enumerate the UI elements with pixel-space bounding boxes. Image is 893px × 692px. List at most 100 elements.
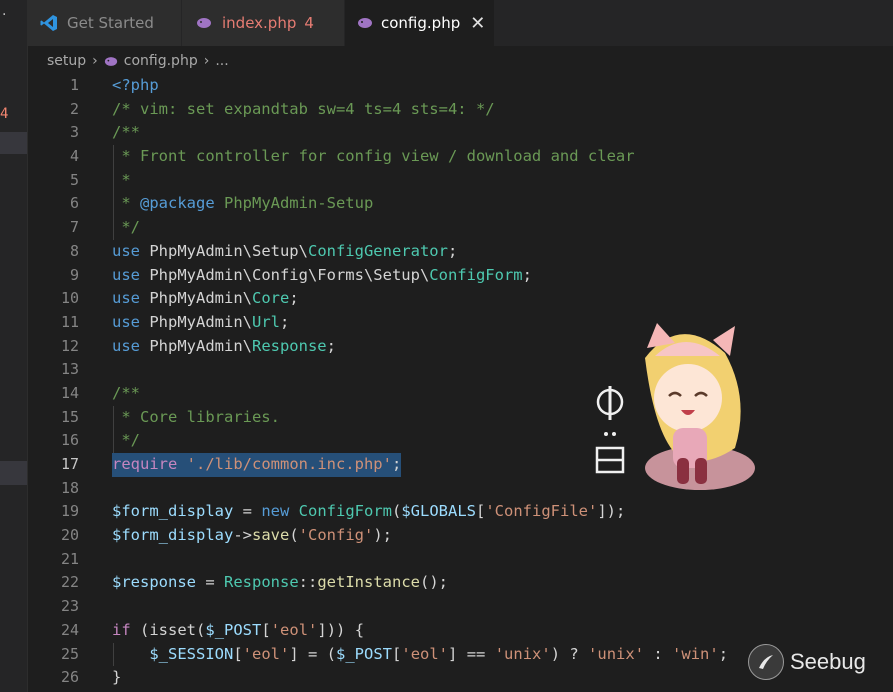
- code-token: $form_display: [112, 526, 234, 545]
- line-number: 11: [60, 312, 79, 331]
- breadcrumb-file[interactable]: config.php: [124, 53, 198, 69]
- code-token: use: [112, 312, 140, 331]
- line-number: 13: [60, 360, 79, 379]
- vscode-icon: [39, 15, 59, 31]
- code-token: */: [112, 431, 140, 450]
- line-number: 23: [60, 597, 79, 616]
- code-line: 16 */: [27, 429, 893, 453]
- code-token: (: [196, 620, 206, 639]
- code-line: 22 $response = Response::getInstance();: [27, 571, 893, 595]
- php-elephant-icon: [357, 15, 373, 31]
- tab-config-php[interactable]: config.php ✕: [345, 0, 495, 46]
- code-line: 19 $form_display = new ConfigForm($GLOBAL…: [27, 500, 893, 524]
- code-token: 'win': [672, 644, 719, 663]
- breadcrumb-folder[interactable]: setup: [47, 53, 86, 69]
- code-token: $_POST: [205, 620, 262, 639]
- code-token: (: [392, 502, 402, 521]
- explorer-row-highlight[interactable]: [0, 132, 27, 154]
- line-number: 16: [60, 431, 79, 450]
- code-token: require: [112, 455, 178, 473]
- code-token: 'unix': [588, 644, 645, 663]
- line-number: 20: [60, 526, 79, 545]
- code-token: ;: [289, 289, 299, 308]
- code-token: ConfigForm: [429, 265, 523, 284]
- tab-label: Get Started: [67, 14, 154, 32]
- close-icon[interactable]: ✕: [470, 13, 485, 34]
- code-token: isset: [149, 620, 197, 639]
- code-token: ])) {: [317, 620, 365, 639]
- tab-get-started[interactable]: Get Started: [27, 0, 182, 46]
- code-token: Response: [224, 573, 299, 592]
- code-token: * Front controller for config view / dow…: [112, 147, 635, 166]
- code-line: 1 <?php: [27, 74, 893, 98]
- code-token: =: [233, 502, 262, 521]
- code-line: 7 */: [27, 216, 893, 240]
- code-token: (: [289, 526, 299, 545]
- code-line: 21: [27, 548, 893, 572]
- line-number: 26: [60, 668, 79, 687]
- code-token: );: [373, 526, 392, 545]
- tab-bar: Get Started index.php 4 config.php ✕: [27, 0, 893, 46]
- line-number: 2: [69, 99, 79, 118]
- explorer-strip: · 4: [0, 0, 28, 692]
- code-line: 6 * @package PhpMyAdmin-Setup: [27, 192, 893, 217]
- line-number: 19: [60, 502, 79, 521]
- code-token: use: [112, 336, 140, 355]
- code-token: 'ConfigFile': [485, 502, 598, 521]
- code-token: $response: [112, 573, 196, 592]
- explorer-row-highlight-2[interactable]: [0, 461, 27, 485]
- code-token: ();: [419, 573, 448, 592]
- code-token: *: [112, 170, 131, 189]
- code-token: new: [261, 502, 290, 521]
- code-line: 8 use PhpMyAdmin\Setup\ConfigGenerator;: [27, 240, 893, 264]
- code-token: $form_display: [112, 502, 234, 521]
- code-token: save: [252, 526, 290, 545]
- code-line: 3 /**: [27, 121, 893, 145]
- code-token: <?php: [112, 76, 159, 94]
- code-token: PhpMyAdmin\Setup\: [140, 241, 308, 260]
- code-token: ConfigForm: [298, 502, 392, 521]
- code-token: ;: [391, 455, 402, 473]
- code-token: 'eol': [270, 620, 318, 639]
- explorer-problem-badge: 4: [0, 106, 9, 122]
- code-token: /* vim: set expandtab sw=4 ts=4 sts=4: *…: [112, 99, 495, 118]
- code-token: [: [261, 620, 271, 639]
- mascot-sticker-image: [585, 318, 760, 493]
- code-token: 'eol': [242, 644, 290, 663]
- code-line: 9 use PhpMyAdmin\Config\Forms\Setup\Confi…: [27, 264, 893, 288]
- code-token: PhpMyAdmin\: [140, 312, 252, 331]
- line-number: 7: [69, 218, 79, 237]
- code-token: ->: [233, 526, 252, 545]
- selection: require './lib/common.inc.php';: [112, 453, 402, 477]
- code-token: use: [112, 241, 140, 260]
- code-token: $GLOBALS: [401, 502, 476, 521]
- code-token: ;: [718, 644, 729, 663]
- code-token: PhpMyAdmin\Config\Forms\Setup\: [140, 265, 430, 284]
- line-number: 24: [60, 620, 79, 639]
- watermark-text: Seebug: [790, 649, 866, 674]
- tab-index-php[interactable]: index.php 4: [182, 0, 345, 46]
- tab-label: index.php: [222, 14, 297, 32]
- line-number: 14: [60, 383, 79, 402]
- code-token: (: [130, 620, 150, 639]
- code-token: 'eol': [401, 644, 449, 663]
- code-editor[interactable]: 1 <?php 2 /* vim: set expandtab sw=4 ts=4 …: [27, 74, 893, 690]
- line-number: 8: [69, 241, 79, 260]
- code-token: */: [112, 218, 140, 237]
- code-line: 24 if (isset($_POST['eol'])) {: [27, 619, 893, 643]
- code-token: Core: [251, 289, 290, 308]
- code-token: *: [112, 194, 140, 213]
- breadcrumb-more[interactable]: ...: [215, 53, 228, 69]
- chevron-right-icon: ›: [203, 53, 210, 69]
- line-number: 5: [69, 170, 79, 189]
- code-line: 20 $form_display->save('Config');: [27, 524, 893, 548]
- line-number: 18: [60, 478, 79, 497]
- code-line: 10 use PhpMyAdmin\Core;: [27, 287, 893, 311]
- code-line: 2 /* vim: set expandtab sw=4 ts=4 sts=4: …: [27, 98, 893, 122]
- code-line: 15 * Core libraries.: [27, 405, 893, 430]
- line-number: 12: [60, 336, 79, 355]
- code-token: ) ?: [550, 644, 589, 663]
- code-token: PhpMyAdmin\: [140, 289, 252, 308]
